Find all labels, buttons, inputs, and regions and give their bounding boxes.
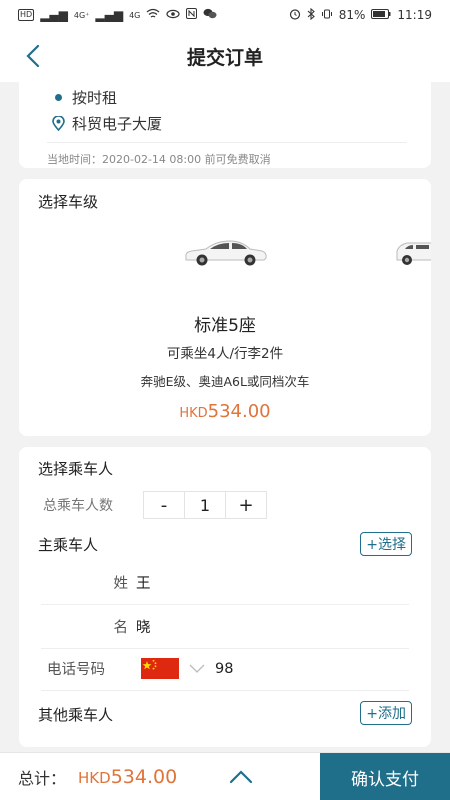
car-models: 奔驰E级、奥迪A6L或同档次车 bbox=[140, 374, 310, 389]
decrement-button[interactable]: - bbox=[144, 492, 184, 518]
surname-field[interactable]: 姓 王 bbox=[41, 561, 409, 605]
china-flag-icon[interactable] bbox=[141, 658, 179, 679]
add-passenger-button[interactable]: +添加 bbox=[360, 701, 412, 725]
chevron-down-icon[interactable] bbox=[189, 664, 205, 674]
increment-button[interactable]: + bbox=[226, 492, 266, 518]
other-passengers-label: 其他乘车人 bbox=[38, 706, 114, 724]
chevron-up-icon[interactable] bbox=[228, 767, 254, 787]
back-button[interactable] bbox=[18, 42, 48, 70]
total-price: HKD534.00 bbox=[78, 766, 177, 788]
alarm-icon bbox=[289, 8, 301, 23]
phone-label: 电话号码 bbox=[47, 662, 105, 678]
dot-icon bbox=[55, 93, 62, 101]
sedan-car-image[interactable] bbox=[182, 237, 268, 271]
passenger-count-stepper: - 1 + bbox=[143, 491, 267, 519]
map-pin-icon bbox=[51, 115, 66, 131]
passenger-title: 选择乘车人 bbox=[38, 460, 114, 478]
car-class-name: 标准5座 bbox=[194, 316, 256, 336]
service-type: 按时租 bbox=[72, 88, 118, 107]
car-price: HKD534.00 bbox=[19, 401, 431, 422]
main-passenger-label: 主乘车人 bbox=[38, 536, 99, 554]
battery-icon bbox=[371, 8, 391, 22]
confirm-payment-button[interactable]: 确认支付 bbox=[320, 753, 450, 800]
phone-field[interactable]: 电话号码 98 bbox=[41, 647, 409, 691]
clock-time: 11:19 bbox=[397, 8, 432, 22]
network-4g-plus-label: 4G⁺ bbox=[73, 10, 90, 20]
passenger-count-row: 总乘车人数 - 1 + bbox=[43, 491, 267, 519]
service-type-row: 按时租 bbox=[51, 84, 407, 110]
phone-value[interactable]: 98 bbox=[215, 661, 233, 677]
location-row[interactable]: 科贸电子大厦 bbox=[51, 110, 407, 136]
network-4g-label: 4G bbox=[129, 10, 141, 20]
status-bar: HD ▂▄▆ 4G⁺ ▂▄▆ 4G 81% 11:19 bbox=[0, 0, 450, 30]
car-price-amount: 534.00 bbox=[207, 401, 271, 422]
total-currency: HKD bbox=[78, 768, 111, 787]
car-level-card: 选择车级 标准5座 可乘坐4人/行李2件 奔驰E级、奥迪A6L或同档次车 HKD… bbox=[19, 179, 431, 436]
passenger-card: 选择乘车人 总乘车人数 - 1 + 主乘车人 +选择 姓 王 名 晓 电话号码 … bbox=[19, 447, 431, 747]
page-title: 提交订单 bbox=[186, 46, 263, 69]
surname-value[interactable]: 王 bbox=[136, 572, 151, 593]
signal-icon: ▂▄▆ bbox=[40, 8, 68, 22]
nav-bar: 提交订单 bbox=[0, 30, 450, 82]
battery-percent: 81% bbox=[338, 8, 366, 22]
surname-label: 姓 bbox=[113, 576, 129, 592]
car-capacity: 可乘坐4人/行李2件 bbox=[166, 346, 284, 362]
vibrate-icon bbox=[321, 8, 333, 23]
car-price-currency: HKD bbox=[179, 406, 208, 421]
car-level-title: 选择车级 bbox=[38, 193, 99, 211]
route-card: 按时租 科贸电子大厦 当地时间：2020-02-14 08:00 前可免费取消 bbox=[19, 78, 431, 168]
chevron-left-icon bbox=[26, 45, 40, 67]
cancel-note: 当地时间：2020-02-14 08:00 前可免费取消 bbox=[47, 142, 407, 167]
location-name: 科贸电子大厦 bbox=[72, 114, 163, 133]
nfc-icon bbox=[186, 8, 198, 22]
suv-car-image[interactable] bbox=[395, 237, 431, 271]
passenger-count-label: 总乘车人数 bbox=[43, 498, 113, 514]
select-passenger-button[interactable]: +选择 bbox=[360, 532, 412, 556]
passenger-count-value[interactable]: 1 bbox=[184, 492, 226, 518]
given-name-label: 名 bbox=[113, 620, 129, 636]
status-right: 81% 11:19 bbox=[289, 7, 432, 23]
given-name-value[interactable]: 晓 bbox=[136, 616, 151, 637]
eye-icon bbox=[166, 8, 180, 22]
wifi-icon bbox=[146, 8, 160, 22]
given-name-field[interactable]: 名 晓 bbox=[41, 605, 409, 649]
status-left: HD ▂▄▆ 4G⁺ ▂▄▆ 4G bbox=[18, 8, 217, 22]
bottom-bar: 总计： HKD534.00 确认支付 bbox=[0, 752, 450, 800]
hd-tag: HD bbox=[18, 9, 35, 21]
signal-icon-2: ▂▄▆ bbox=[95, 8, 124, 22]
total-amount: 534.00 bbox=[110, 765, 178, 788]
wechat-icon bbox=[203, 8, 217, 22]
total-label: 总计： bbox=[18, 768, 67, 788]
bluetooth-icon bbox=[307, 7, 315, 23]
